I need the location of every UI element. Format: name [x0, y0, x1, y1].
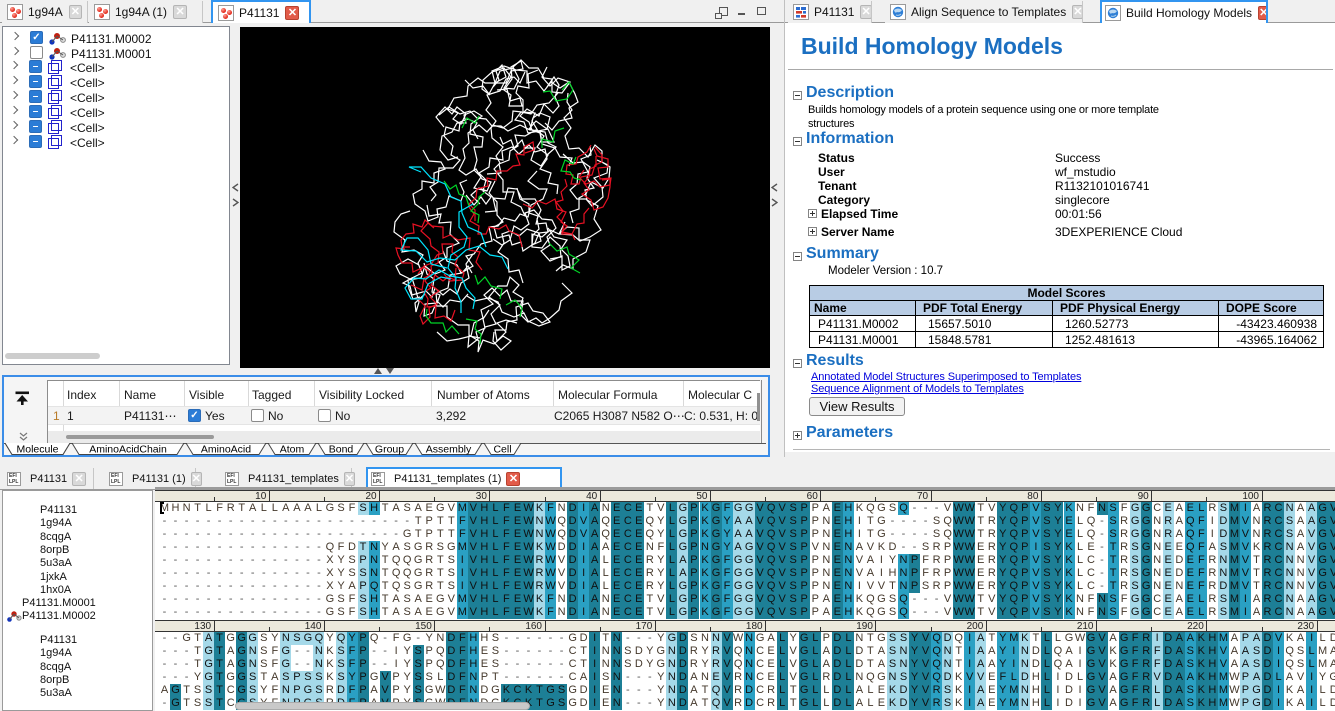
svg-text:Bond: Bond — [329, 444, 354, 456]
svg-text:Atom: Atom — [280, 444, 305, 456]
svg-text:AminoAcidChain: AminoAcidChain — [89, 444, 167, 456]
svg-text:Cell: Cell — [493, 444, 511, 456]
svg-text:Molecule: Molecule — [16, 444, 58, 456]
svg-text:Group: Group — [375, 444, 404, 456]
svg-text:Assembly: Assembly — [426, 444, 472, 456]
svg-text:AminoAcid: AminoAcid — [201, 444, 251, 456]
